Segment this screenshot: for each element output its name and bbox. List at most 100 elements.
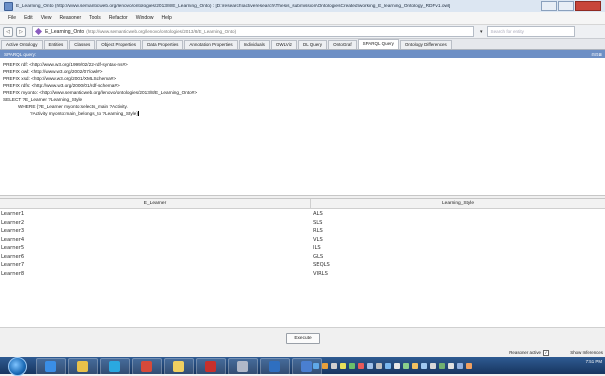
table-cell-style: VIRLS [313, 270, 328, 277]
menu-bar: File Edit View Reasoner Tools Refactor W… [0, 12, 605, 25]
taskbar-clock[interactable]: 7:51 PM [586, 359, 602, 365]
protege-app-icon [4, 1, 13, 11]
ie-icon [45, 361, 56, 372]
menu-reasoner[interactable]: Reasoner [59, 15, 81, 21]
table-cell-learner: Learner2 [1, 219, 25, 226]
tray-icon[interactable] [322, 362, 328, 369]
menu-refactor[interactable]: Refactor [109, 15, 128, 21]
tray-icon[interactable] [349, 362, 355, 369]
taskbar-app-button[interactable] [132, 358, 162, 375]
active-ontology-selector[interactable]: E_Learning_Onto (http://www.semanticweb.… [32, 26, 474, 37]
chrome-icon [141, 361, 152, 372]
menu-help[interactable]: Help [162, 15, 172, 21]
column-header-e-learner[interactable]: E_Learner [0, 199, 311, 209]
start-button[interactable] [8, 357, 27, 376]
tab-object-properties[interactable]: Object Properties [96, 40, 142, 49]
query-results-table: E_Learner Learning_Style Learner1 ALS Le… [0, 198, 605, 328]
view-controls[interactable]: ⊟⊡⊠ [591, 52, 602, 57]
execute-bar: Execute [0, 327, 605, 347]
tray-icon[interactable] [340, 362, 346, 369]
query-line: PREFIX rdfs: <http://www.w3.org/2000/01/… [3, 83, 120, 88]
tab-ontograf[interactable]: OntoGraf [328, 40, 357, 49]
tray-icon[interactable] [457, 362, 463, 369]
back-button[interactable]: ◁ [3, 26, 13, 37]
taskbar-app-button[interactable] [68, 358, 98, 375]
protege-icon [237, 361, 248, 372]
window-controls [540, 1, 601, 11]
tray-icon[interactable] [376, 362, 382, 369]
skype-icon [109, 361, 120, 372]
tray-icon[interactable] [421, 362, 427, 369]
menu-edit[interactable]: Edit [24, 15, 33, 21]
tray-icon[interactable] [466, 362, 472, 369]
tray-icon[interactable] [412, 362, 418, 369]
tray-icon[interactable] [403, 362, 409, 369]
tab-bar: Active Ontology Entities Classes Object … [0, 39, 605, 50]
tab-data-properties[interactable]: Data Properties [142, 40, 184, 49]
table-cell-style: GLS [313, 253, 324, 260]
execute-button[interactable]: Execute [286, 333, 320, 344]
tray-icon[interactable] [385, 362, 391, 369]
tab-classes[interactable]: Classes [69, 40, 96, 49]
search-placeholder: Search for entity [490, 29, 524, 34]
taskbar-app-button[interactable] [260, 358, 290, 375]
query-line-with-caret: ?Activity myonto:main_belongs_to ?Learni… [30, 111, 139, 117]
acrobat-icon [205, 361, 216, 372]
taskbar-app-button[interactable] [164, 358, 194, 375]
menu-file[interactable]: File [8, 15, 16, 21]
clock-time: 7:51 PM [585, 359, 602, 364]
system-tray [310, 360, 472, 371]
query-line: PREFIX xsd: <http://www.w3.org/2001/XMLS… [3, 76, 117, 81]
query-line: ?Activity myonto:main_belongs_to ?Learni… [30, 111, 138, 116]
table-cell-style: ILS [313, 245, 321, 251]
table-cell-learner: Learner7 [1, 262, 25, 268]
windows-taskbar: 7:51 PM [0, 357, 605, 376]
window-title: E_Learning_Onto (http://www.semanticweb.… [16, 3, 451, 9]
taskbar-app-button[interactable] [100, 358, 130, 375]
tray-icon[interactable] [439, 362, 445, 369]
entity-search-input[interactable]: Search for entity [486, 26, 575, 37]
reasoner-status: Reasoner active [509, 350, 541, 355]
taskbar-app-button[interactable] [228, 358, 258, 375]
tray-icon[interactable] [394, 362, 400, 369]
ontology-name: E_Learning_Onto [45, 28, 85, 35]
menu-tools[interactable]: Tools [89, 15, 101, 21]
chevron-down-icon[interactable]: ▾ [480, 29, 483, 35]
tray-icon[interactable] [313, 362, 319, 369]
query-line: WHERE {?E_Learner myonto:selects_main ?A… [18, 104, 128, 109]
maximize-button[interactable] [558, 1, 574, 11]
sparql-query-editor[interactable]: PREFIX rdf: <http://www.w3.org/1999/02/2… [0, 58, 605, 196]
tab-annotation-properties[interactable]: Annotation Properties [184, 40, 238, 49]
tray-icon[interactable] [448, 362, 454, 369]
tray-icon[interactable] [331, 362, 337, 369]
forward-button[interactable]: ▷ [16, 26, 26, 37]
minimize-button[interactable] [541, 1, 557, 11]
tab-ontology-differences[interactable]: Ontology Differences [399, 40, 452, 49]
query-line: PREFIX rdf: <http://www.w3.org/1999/02/2… [3, 62, 128, 67]
explorer-icon [77, 361, 88, 372]
taskbar-app-button[interactable] [36, 358, 66, 375]
tab-dl-query[interactable]: DL Query [297, 40, 328, 49]
query-line: PREFIX owl: <http://www.w3.org/2002/07/o… [3, 69, 103, 74]
column-header-learning-style[interactable]: Learning_Style [311, 199, 605, 209]
menu-window[interactable]: Window [136, 15, 154, 21]
tray-icon[interactable] [367, 362, 373, 369]
menu-view[interactable]: View [41, 15, 52, 21]
tab-sparql-query[interactable]: SPARQL Query [357, 39, 399, 49]
table-cell-style: SEQLS [313, 262, 330, 268]
word-icon [269, 361, 280, 372]
tray-icon[interactable] [358, 362, 364, 369]
ontology-iri: (http://www.semanticweb.org/lenovo/ontol… [86, 29, 237, 34]
tab-individuals[interactable]: Individuals [238, 40, 270, 49]
ontology-icon [34, 27, 43, 36]
tab-entities[interactable]: Entities [43, 40, 69, 49]
tray-icon[interactable] [430, 362, 436, 369]
table-cell-style: SLS [313, 219, 323, 226]
text-caret [137, 111, 139, 117]
table-cell-learner: Learner6 [1, 253, 25, 260]
tab-active-ontology[interactable]: Active Ontology [1, 40, 43, 49]
close-button[interactable] [575, 1, 601, 11]
tab-owlviz[interactable]: OWLViz [270, 40, 297, 49]
show-inferences-checkbox[interactable]: ✓ [543, 350, 549, 356]
taskbar-app-button[interactable] [196, 358, 226, 375]
